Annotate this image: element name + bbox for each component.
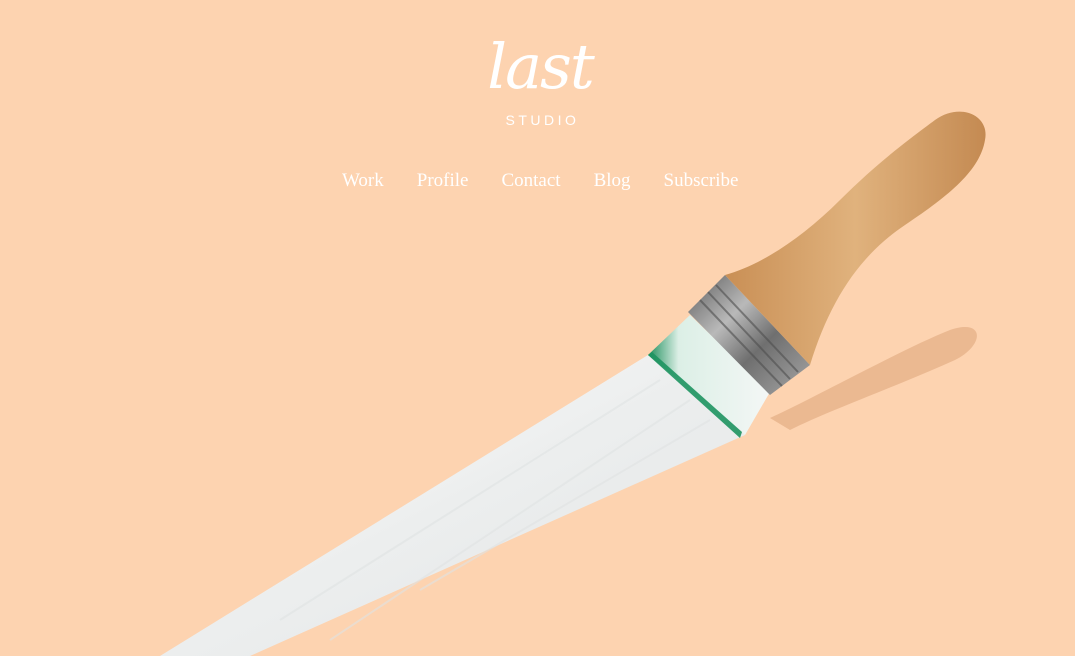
logo[interactable]: last STUDIO <box>470 28 610 153</box>
nav-link-contact[interactable]: Contact <box>501 170 560 191</box>
nav-item-work: Work <box>342 166 384 196</box>
main-nav: Work Profile Contact Blog Subscribe <box>0 166 1075 196</box>
paint-stroke <box>160 355 745 656</box>
logo-subtitle: STUDIO <box>505 112 580 128</box>
logo-wordmark: last <box>487 30 595 103</box>
nav-item-blog: Blog <box>594 166 631 196</box>
nav-item-contact: Contact <box>501 166 560 196</box>
nav-link-subscribe[interactable]: Subscribe <box>664 170 739 191</box>
nav-link-profile[interactable]: Profile <box>417 170 469 191</box>
nav-link-blog[interactable]: Blog <box>594 170 631 191</box>
nav-item-subscribe: Subscribe <box>664 166 739 196</box>
nav-link-work[interactable]: Work <box>342 170 384 191</box>
site-header: last STUDIO Work Profile Contact Blog Su… <box>0 0 1075 210</box>
nav-item-profile: Profile <box>417 166 469 196</box>
nav-list: Work Profile Contact Blog Subscribe <box>342 166 738 196</box>
